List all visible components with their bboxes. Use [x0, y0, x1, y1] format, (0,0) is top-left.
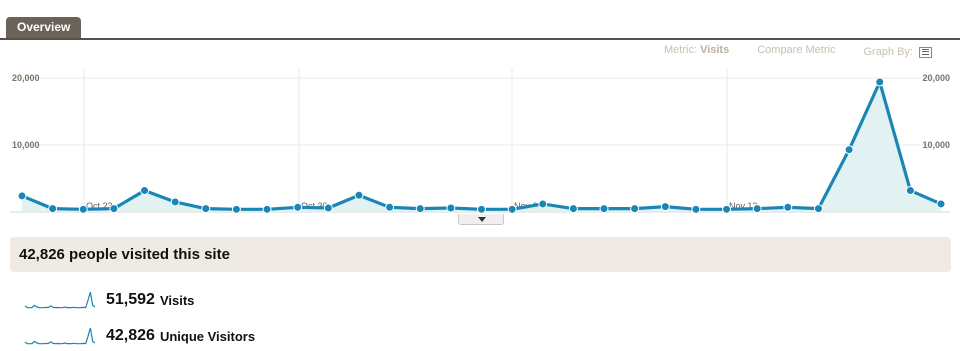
y-tick-label-left: 10,000	[12, 140, 40, 150]
data-point	[813, 204, 823, 214]
visits-line-chart: 20,00010,00020,00010,000Oct 23 Oct 30 Nov …	[10, 68, 950, 214]
sparkline-path	[24, 291, 96, 309]
series-area	[22, 82, 941, 212]
data-point	[599, 204, 609, 214]
summary-banner: 42,826 people visited this site	[10, 237, 951, 272]
stat-visits-value: 51,592	[106, 291, 155, 308]
data-point	[201, 204, 211, 214]
tab-bar: Overview	[0, 0, 960, 40]
unique-visitors-sparkline-icon	[24, 327, 96, 345]
metric-selector[interactable]: Metric: Visits	[664, 44, 729, 60]
stat-visits-label: Visits	[159, 292, 195, 308]
data-point	[844, 145, 854, 155]
graph-toolbar: Metric: Visits Compare Metric Graph By:	[664, 44, 932, 60]
visits-sparkline-icon	[24, 291, 96, 309]
data-point	[630, 204, 640, 214]
graph-by-label: Graph By:	[863, 46, 913, 58]
collapse-graph-handle[interactable]	[458, 214, 504, 225]
data-point	[568, 204, 578, 214]
list-icon[interactable]	[919, 46, 932, 58]
series-line	[21, 80, 942, 211]
data-point	[293, 202, 303, 212]
data-point	[783, 202, 793, 212]
data-point	[78, 204, 88, 214]
data-point	[477, 204, 486, 214]
data-point	[231, 204, 241, 214]
y-tick-label-right: 20,000	[922, 73, 950, 83]
data-point	[170, 197, 180, 207]
data-point	[262, 204, 272, 214]
sparkline-path	[24, 327, 96, 345]
data-point	[446, 203, 456, 213]
data-point	[905, 186, 915, 196]
metric-value: Visits	[700, 44, 730, 56]
data-point	[507, 204, 517, 214]
summary-text: 42,826 people visited this site	[19, 246, 230, 263]
data-point	[140, 186, 150, 196]
tab-divider	[0, 38, 960, 40]
metric-prefix: Metric:	[664, 44, 697, 56]
data-point	[538, 199, 548, 209]
data-point	[48, 204, 58, 214]
compare-metric-link[interactable]: Compare Metric	[757, 44, 835, 60]
data-point	[660, 202, 670, 212]
graph-by-control[interactable]: Graph By:	[863, 44, 932, 60]
data-point	[109, 204, 119, 214]
data-point	[875, 77, 885, 87]
data-point	[752, 204, 762, 214]
data-point	[17, 191, 27, 201]
y-tick-label-left: 20,000	[12, 73, 40, 83]
data-point	[691, 204, 701, 214]
data-point	[385, 202, 395, 212]
data-point	[936, 199, 946, 209]
data-point	[722, 204, 732, 214]
tab-overview[interactable]: Overview	[6, 17, 82, 38]
y-tick-label-right: 10,000	[922, 140, 950, 150]
data-point	[323, 203, 333, 213]
data-point	[354, 190, 364, 200]
stat-unique-visitors-value: 42,826	[106, 327, 155, 344]
stat-unique-visitors[interactable]: 42,826 Unique Visitors	[24, 324, 255, 348]
data-point	[415, 204, 425, 214]
stat-unique-visitors-label: Unique Visitors	[159, 328, 256, 344]
stat-visits[interactable]: 51,592 Visits	[24, 288, 194, 312]
